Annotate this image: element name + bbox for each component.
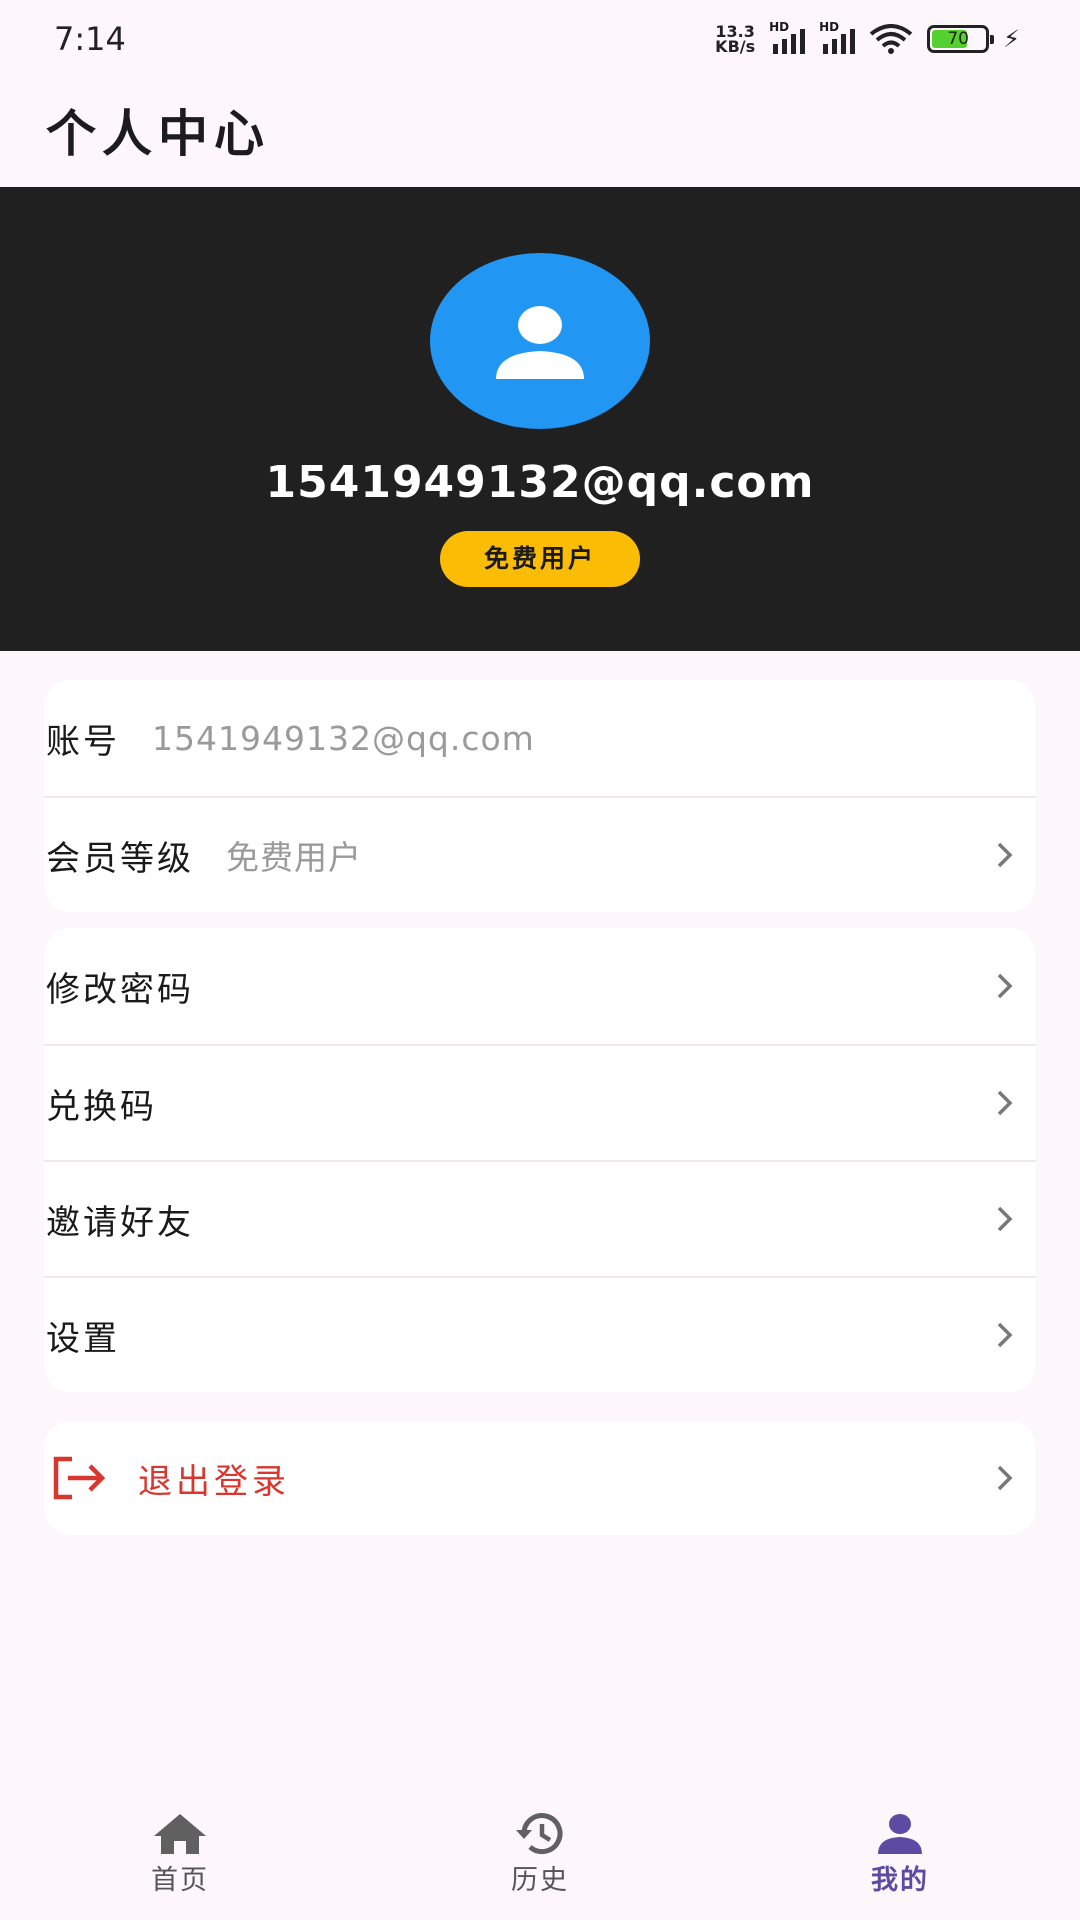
- profile-header: 1541949132@qq.com 免费用户: [0, 187, 1080, 651]
- invite-friends-row[interactable]: 邀请好友: [44, 1160, 1036, 1276]
- network-speed-unit: KB/s: [715, 37, 756, 56]
- logout-label: 退出登录: [138, 1461, 290, 1502]
- account-card: 账号 1541949132@qq.com 会员等级 免费用户: [44, 680, 1036, 912]
- status-icons: 13.3 KB/s HD HD 70 ⚡: [715, 20, 1020, 56]
- chevron-right-icon: [997, 973, 1013, 999]
- profile-email: 1541949132@qq.com: [265, 457, 815, 508]
- page-title: 个人中心: [46, 105, 270, 163]
- nav-home-label: 首页: [151, 1865, 209, 1896]
- profile-page: 7:14 13.3 KB/s HD HD 70 ⚡ 个人中心 154194913…: [0, 0, 1080, 1920]
- account-value: 1541949132@qq.com: [152, 718, 535, 758]
- chevron-right-icon: [997, 842, 1013, 868]
- person-icon: [496, 306, 584, 379]
- nav-history-label: 历史: [511, 1865, 569, 1896]
- account-label: 账号: [46, 721, 120, 762]
- person-icon: [878, 1814, 922, 1854]
- wifi-icon: [869, 24, 913, 54]
- membership-badge: 免费用户: [440, 531, 640, 587]
- signal-icon: HD: [769, 20, 806, 54]
- settings-label: 设置: [46, 1318, 120, 1359]
- logout-row[interactable]: 退出登录: [44, 1421, 1036, 1535]
- chevron-right-icon: [997, 1090, 1013, 1116]
- network-speed: 13.3 KB/s: [715, 24, 756, 56]
- charging-icon: ⚡: [1003, 25, 1020, 53]
- status-time: 7:14: [54, 20, 126, 58]
- app-bar: 个人中心: [0, 80, 1080, 186]
- home-icon: [154, 1814, 206, 1854]
- status-bar: 7:14 13.3 KB/s HD HD 70 ⚡: [0, 0, 1080, 80]
- nav-mine[interactable]: 我的: [800, 1800, 1000, 1920]
- logout-icon: [53, 1456, 106, 1500]
- redeem-code-label: 兑换码: [46, 1086, 157, 1127]
- change-password-label: 修改密码: [46, 969, 194, 1010]
- redeem-code-row[interactable]: 兑换码: [44, 1044, 1036, 1160]
- nav-history[interactable]: 历史: [440, 1800, 640, 1920]
- nav-home[interactable]: 首页: [80, 1800, 280, 1920]
- chevron-right-icon: [997, 1322, 1013, 1348]
- avatar[interactable]: [430, 253, 650, 429]
- invite-friends-label: 邀请好友: [46, 1202, 194, 1243]
- hd-label-2: HD: [819, 20, 840, 34]
- membership-level-label: 会员等级: [46, 838, 194, 879]
- battery-level: 70: [947, 29, 969, 49]
- chevron-right-icon: [997, 1465, 1013, 1491]
- membership-level-row[interactable]: 会员等级 免费用户: [44, 796, 1036, 912]
- hd-label: HD: [769, 20, 790, 34]
- bottom-nav: 首页 历史 我的: [0, 1800, 1080, 1920]
- change-password-row[interactable]: 修改密码: [44, 928, 1036, 1044]
- membership-level-value: 免费用户: [226, 838, 362, 877]
- nav-mine-label: 我的: [871, 1865, 929, 1896]
- signal-icon-2: HD: [819, 20, 856, 54]
- account-row[interactable]: 账号 1541949132@qq.com: [44, 680, 1036, 796]
- menu-card: 修改密码 兑换码 邀请好友 设置: [44, 928, 1036, 1392]
- logout-card: 退出登录: [44, 1421, 1036, 1535]
- battery-icon: 70: [927, 25, 995, 53]
- history-icon: [516, 1813, 563, 1855]
- chevron-right-icon: [997, 1206, 1013, 1232]
- settings-row[interactable]: 设置: [44, 1276, 1036, 1392]
